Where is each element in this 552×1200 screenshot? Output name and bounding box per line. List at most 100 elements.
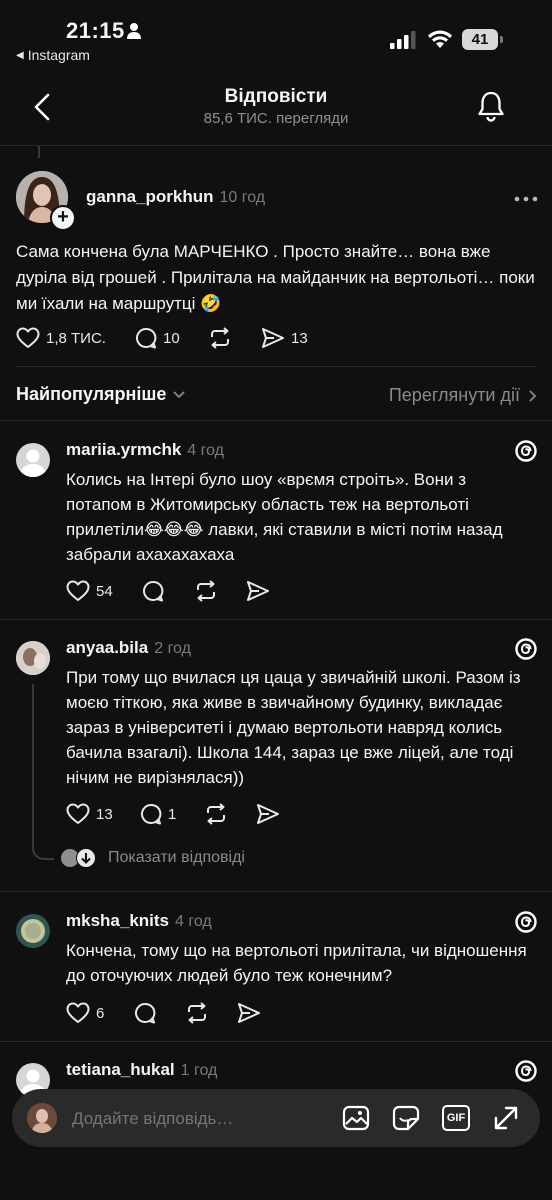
- comment-share-button[interactable]: [237, 1002, 261, 1024]
- send-icon: [238, 1003, 260, 1023]
- battery-level: 41: [471, 31, 489, 48]
- comment-repost-button[interactable]: [194, 580, 218, 602]
- notifications-bell-button[interactable]: [476, 90, 506, 122]
- comment-text: Кончена, тому що на вертольоті прилітала…: [66, 941, 527, 985]
- comment-like-button[interactable]: 54: [66, 580, 113, 602]
- comment-header: tetiana_hukal 1 год: [66, 1060, 217, 1080]
- sort-divider: [0, 420, 552, 421]
- comment-bubble-icon: [141, 803, 162, 825]
- comment-repost-button[interactable]: [185, 1002, 209, 1024]
- sort-label: Найпопулярніше: [16, 384, 167, 404]
- gif-button[interactable]: GIF: [442, 1105, 470, 1131]
- post-share-button[interactable]: 13: [261, 327, 308, 349]
- comment-text: При тому що вчилася ця цаца у звичайній …: [66, 668, 521, 787]
- battery-icon: 41: [462, 29, 498, 50]
- comment-share-button[interactable]: [246, 580, 270, 602]
- comment-username[interactable]: tetiana_hukal: [66, 1060, 175, 1079]
- post-repost-button[interactable]: [208, 327, 232, 349]
- comment-avatar[interactable]: [16, 641, 50, 675]
- post-header: ganna_porkhun 10 год: [86, 187, 265, 207]
- sticker-button[interactable]: [392, 1105, 420, 1131]
- comment-divider: [0, 1041, 552, 1042]
- comment-avatar[interactable]: [16, 914, 50, 948]
- comment-time: 4 год: [187, 442, 225, 459]
- status-time: 21:15: [66, 18, 125, 43]
- comment-reply-button[interactable]: [134, 1002, 156, 1024]
- comment-like-count: 54: [96, 582, 113, 600]
- view-activity-link[interactable]: Переглянути дії: [389, 385, 538, 406]
- back-triangle-icon: ◀: [16, 49, 24, 61]
- chevron-right-icon: [529, 389, 537, 402]
- default-avatar-icon: [20, 449, 46, 477]
- show-replies-button[interactable]: Показати відповіді: [60, 848, 245, 868]
- back-to-app-link[interactable]: ◀ Instagram: [16, 47, 90, 63]
- status-bar: 21:15 ◀ Instagram 41: [0, 0, 552, 70]
- post-username[interactable]: ganna_porkhun: [86, 187, 214, 206]
- comment-reply-button[interactable]: [142, 580, 164, 602]
- send-icon: [262, 328, 284, 348]
- threads-icon[interactable]: [514, 1059, 538, 1083]
- send-icon: [257, 804, 279, 824]
- arrow-down-icon: [76, 848, 96, 868]
- battery-tip: [500, 36, 503, 43]
- reply-composer: GIF: [12, 1089, 540, 1147]
- comment-header: mariia.yrmchk 4 год: [66, 440, 224, 460]
- wifi-icon: [427, 29, 453, 49]
- comment-divider: [0, 891, 552, 892]
- comment-reply-count: 1: [168, 805, 177, 823]
- comment-like-count: 6: [96, 1004, 105, 1022]
- signal-icon: [390, 31, 416, 49]
- comment-time: 1 год: [180, 1062, 218, 1079]
- thread-line-curve: [32, 840, 54, 860]
- post-time: 10 год: [219, 189, 266, 206]
- thread-connector-line: [38, 146, 40, 158]
- comment-username[interactable]: anyaa.bila: [66, 638, 148, 657]
- comment-repost-button[interactable]: [204, 803, 228, 825]
- post-comment-button[interactable]: 10: [135, 327, 180, 349]
- comment-share-button[interactable]: [256, 803, 280, 825]
- plus-icon: +: [57, 206, 69, 228]
- follow-plus-button[interactable]: +: [50, 205, 76, 231]
- bell-icon: [478, 91, 504, 122]
- repost-icon: [188, 1002, 206, 1024]
- repost-icon: [197, 580, 215, 602]
- comment-username[interactable]: mksha_knits: [66, 911, 169, 930]
- gif-label: GIF: [446, 1112, 466, 1124]
- back-app-label: Instagram: [27, 47, 90, 63]
- post-comment-count: 10: [163, 329, 180, 347]
- gallery-button[interactable]: [342, 1105, 370, 1131]
- comment-text: Колись на Інтері було шоу «врємя строіть…: [66, 470, 503, 564]
- expand-icon: [494, 1106, 518, 1130]
- heart-icon: [66, 803, 90, 824]
- send-icon: [247, 581, 269, 601]
- post-more-button[interactable]: [514, 196, 538, 202]
- view-activity-label: Переглянути дії: [388, 385, 520, 405]
- page-title: Відповісти: [224, 86, 328, 107]
- comment-bubble-icon: [135, 1002, 156, 1024]
- comment-like-count: 13: [96, 805, 113, 823]
- comment-time: 2 год: [154, 640, 191, 657]
- avatar-photo: [16, 641, 50, 675]
- comment-avatar[interactable]: [16, 443, 50, 477]
- comment-header: mksha_knits 4 год: [66, 911, 212, 931]
- expand-button[interactable]: [492, 1104, 520, 1132]
- comment-reply-button[interactable]: 1: [140, 803, 176, 825]
- composer-avatar: [27, 1103, 57, 1133]
- avatar-logo: [16, 914, 50, 948]
- comment-username[interactable]: mariia.yrmchk: [66, 440, 181, 459]
- comment-like-button[interactable]: 13: [66, 803, 113, 825]
- person-icon: [126, 22, 142, 40]
- threads-icon[interactable]: [514, 910, 538, 934]
- post-like-button[interactable]: 1,8 ТИС.: [16, 327, 106, 349]
- heart-icon: [66, 580, 90, 601]
- comment-like-button[interactable]: 6: [66, 1002, 104, 1024]
- show-replies-label: Показати відповіді: [108, 849, 245, 866]
- sticker-icon: [392, 1105, 420, 1131]
- threads-icon[interactable]: [514, 637, 538, 661]
- post-divider: [16, 366, 536, 367]
- reply-input[interactable]: [70, 1103, 324, 1135]
- threads-icon[interactable]: [514, 439, 538, 463]
- heart-icon: [16, 327, 40, 348]
- sort-dropdown[interactable]: Найпопулярніше: [16, 384, 186, 405]
- comment-divider: [0, 619, 552, 620]
